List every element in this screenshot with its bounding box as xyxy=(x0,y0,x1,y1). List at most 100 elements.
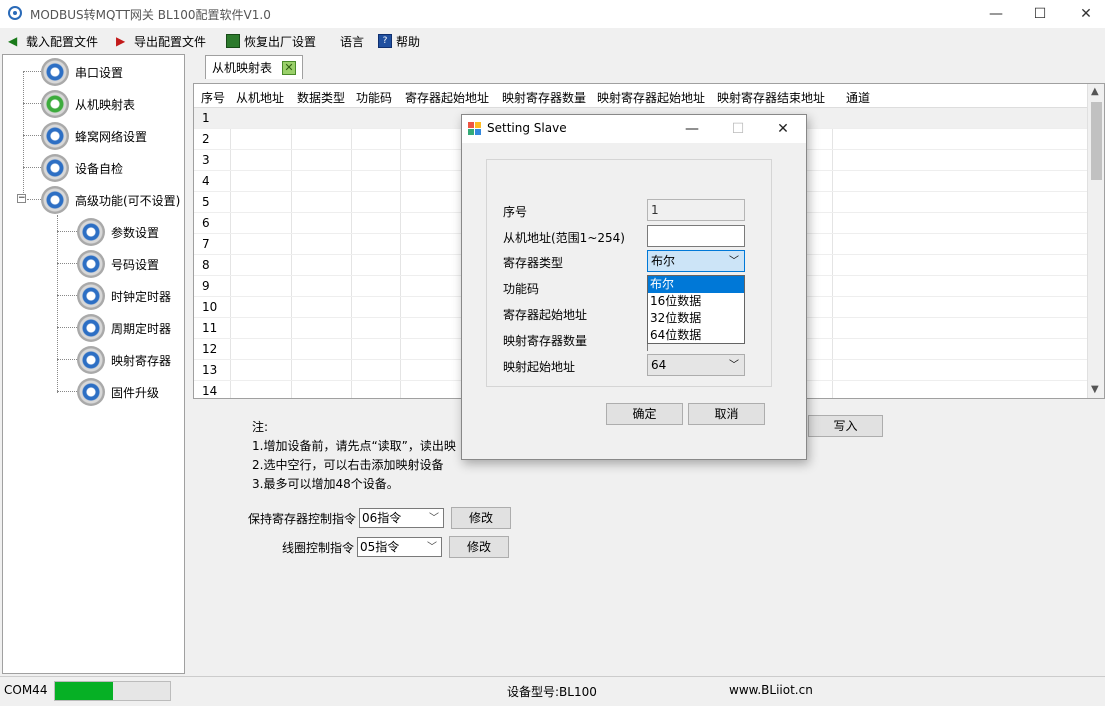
load-arrow-icon: ◀ xyxy=(8,34,18,48)
ok-button[interactable]: 确定 xyxy=(606,403,683,425)
map-start-select[interactable]: 64 ﹀ xyxy=(647,354,745,376)
holding-modify-button[interactable]: 修改 xyxy=(451,507,512,529)
grid-header-cell[interactable]: 序号 xyxy=(201,89,225,106)
dialog-close-button[interactable]: ✕ xyxy=(760,115,806,143)
tree-item-firmware-upgrade[interactable]: 固件升级 xyxy=(77,377,159,407)
menu-load-config[interactable]: ◀ 载入配置文件 xyxy=(8,32,98,50)
chevron-down-icon: ﹀ xyxy=(427,542,438,553)
tree-line xyxy=(57,295,77,296)
dropdown-option[interactable]: 16位数据 xyxy=(648,293,744,310)
coil-label: 线圈控制指令 xyxy=(282,540,355,555)
dropdown-option[interactable]: 64位数据 xyxy=(648,327,744,344)
close-button[interactable]: ✕ xyxy=(1063,0,1105,28)
gear-icon xyxy=(41,186,69,214)
tree-item-params[interactable]: 参数设置 xyxy=(77,217,159,247)
dialog-app-icon xyxy=(468,122,482,136)
minimize-button[interactable]: — xyxy=(973,0,1019,28)
notes-line: 1.增加设备前，请先点“读取”，读出映 xyxy=(252,439,456,453)
tree-item-numbers[interactable]: 号码设置 xyxy=(77,249,159,279)
title-bar: MODBUS转MQTT网关 BL100配置软件V1.0 — ☐ ✕ xyxy=(0,0,1105,28)
com-port-label: COM44 xyxy=(4,683,48,697)
menu-export-config[interactable]: ▶ 导出配置文件 xyxy=(116,32,206,50)
menu-language[interactable]: 语言 xyxy=(340,32,364,50)
grid-header-cell[interactable]: 映射寄存器结束地址 xyxy=(717,89,825,106)
dialog-title-bar: Setting Slave — ☐ ✕ xyxy=(462,115,806,143)
progress-bar xyxy=(54,681,171,701)
gear-icon xyxy=(77,346,105,374)
tree-line xyxy=(23,167,41,168)
menu-help[interactable]: ? 帮助 xyxy=(378,32,420,50)
seq-label: 序号 xyxy=(503,205,528,219)
write-button[interactable]: 写入 xyxy=(808,415,883,437)
website: www.BLiiot.cn xyxy=(729,683,813,697)
chevron-down-icon: ﹀ xyxy=(729,256,739,267)
cancel-button[interactable]: 取消 xyxy=(688,403,765,425)
tree-line xyxy=(57,327,77,328)
menu-restore-factory[interactable]: 恢复出厂设置 xyxy=(226,32,316,50)
app-icon xyxy=(8,6,22,20)
tree-item-cellular-network[interactable]: 蜂窝网络设置 xyxy=(41,121,147,151)
tree-item-clock-timer[interactable]: 时钟定时器 xyxy=(77,281,171,311)
tree-line xyxy=(57,215,58,393)
tree-line xyxy=(23,103,41,104)
holding-register-select[interactable]: 06指令 ﹀ xyxy=(359,508,445,528)
gear-icon xyxy=(77,282,105,310)
coil-modify-button[interactable]: 修改 xyxy=(449,536,510,558)
scroll-down-icon[interactable]: ▼ xyxy=(1091,384,1099,395)
tree-item-cycle-timer[interactable]: 周期定时器 xyxy=(77,313,171,343)
window-title: MODBUS转MQTT网关 BL100配置软件V1.0 xyxy=(30,8,271,22)
progress-fill xyxy=(55,682,113,700)
grid-header-cell[interactable]: 数据类型 xyxy=(297,89,345,106)
dialog-field-group xyxy=(486,159,772,387)
map-start-label: 映射起始地址 xyxy=(503,360,576,374)
dialog-maximize-button: ☐ xyxy=(731,121,745,137)
tab-close-icon[interactable]: ✕ xyxy=(282,60,297,75)
dropdown-option[interactable]: 布尔 xyxy=(648,276,744,293)
slave-address-input[interactable] xyxy=(647,225,745,247)
dialog-minimize-button[interactable]: — xyxy=(669,115,715,143)
coil-select[interactable]: 05指令 ﹀ xyxy=(357,537,443,557)
chevron-down-icon: ﹀ xyxy=(429,513,440,524)
gear-icon xyxy=(41,154,69,182)
menu-bar: ◀ 载入配置文件 ▶ 导出配置文件 恢复出厂设置 语言 ? 帮助 xyxy=(0,28,1105,54)
notes: 注: 1.增加设备前，请先点“读取”，读出映 2.选中空行，可以右击添加映射设备… xyxy=(252,418,456,494)
seq-field: 1 xyxy=(647,199,745,221)
scroll-thumb[interactable] xyxy=(1091,102,1102,180)
nav-tree: 串口设置 从机映射表 蜂窝网络设置 设备自检 − 高级功能(可不设置) 参数设置… xyxy=(2,54,185,674)
grid-header-cell[interactable]: 功能码 xyxy=(356,89,392,106)
tree-expander[interactable]: − xyxy=(17,194,26,203)
gear-icon xyxy=(41,122,69,150)
dropdown-option[interactable]: 32位数据 xyxy=(648,310,744,327)
tree-item-slave-mapping[interactable]: 从机映射表 xyxy=(41,89,135,119)
register-start-label: 寄存器起始地址 xyxy=(503,308,588,322)
tree-line xyxy=(23,71,41,72)
setting-slave-dialog: Setting Slave — ☐ ✕ 序号 1 从机地址(范围1~254) 寄… xyxy=(461,114,807,460)
grid-header-cell[interactable]: 寄存器起始地址 xyxy=(405,89,489,106)
notes-line: 3.最多可以增加48个设备。 xyxy=(252,477,399,491)
tree-line xyxy=(57,359,77,360)
grid-header-cell[interactable]: 映射寄存器起始地址 xyxy=(597,89,705,106)
map-count-label: 映射寄存器数量 xyxy=(503,334,588,348)
maximize-button[interactable]: ☐ xyxy=(1017,0,1063,28)
dialog-title: Setting Slave xyxy=(487,121,567,135)
help-book-icon: ? xyxy=(378,34,392,48)
grid-header-cell[interactable]: 从机地址 xyxy=(236,89,284,106)
status-bar: COM44 设备型号:BL100 www.BLiiot.cn xyxy=(0,676,1105,706)
register-type-dropdown: 布尔 16位数据 32位数据 64位数据 xyxy=(647,275,745,344)
tree-item-self-check[interactable]: 设备自检 xyxy=(41,153,123,183)
tree-line xyxy=(57,391,77,392)
grid-header-cell[interactable]: 通道 xyxy=(846,89,870,106)
register-type-select[interactable]: 布尔 ﹀ xyxy=(647,250,745,272)
tab-slave-mapping[interactable]: 从机映射表 ✕ xyxy=(205,55,304,79)
grid-header: 序号 从机地址 数据类型 功能码 寄存器起始地址 映射寄存器数量 映射寄存器起始… xyxy=(194,84,1089,108)
tree-item-map-registers[interactable]: 映射寄存器 xyxy=(77,345,171,375)
restore-icon xyxy=(226,34,240,48)
grid-scrollbar[interactable]: ▲ ▼ xyxy=(1087,84,1104,398)
tree-item-serial-settings[interactable]: 串口设置 xyxy=(41,57,123,87)
scroll-up-icon[interactable]: ▲ xyxy=(1091,86,1099,97)
notes-line: 2.选中空行，可以右击添加映射设备 xyxy=(252,458,444,472)
grid-header-cell[interactable]: 映射寄存器数量 xyxy=(502,89,586,106)
gear-icon xyxy=(41,58,69,86)
tree-item-advanced[interactable]: 高级功能(可不设置) xyxy=(41,185,180,215)
gear-icon xyxy=(41,90,69,118)
